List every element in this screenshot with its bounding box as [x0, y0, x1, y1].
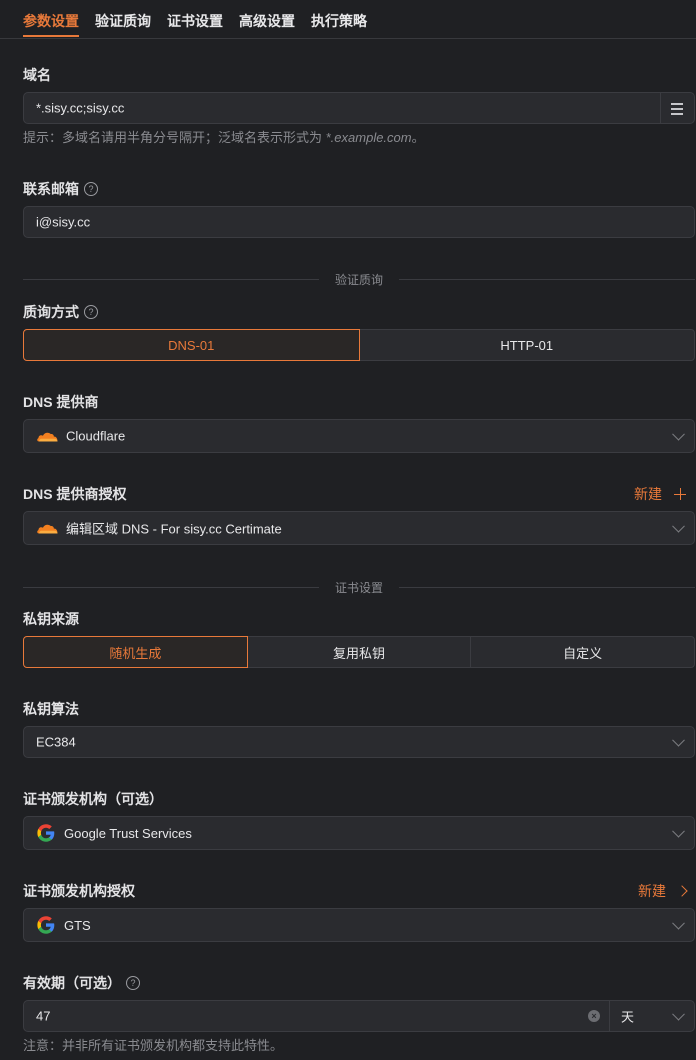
domain-input[interactable]: *.sisy.cc;sisy.cc [23, 92, 695, 124]
email-input[interactable]: i@sisy.cc [23, 206, 695, 238]
chevron-down-icon [672, 733, 685, 747]
cloudflare-icon [37, 432, 58, 441]
key-algorithm-value: EC384 [36, 734, 76, 750]
domain-list-button[interactable] [660, 93, 694, 123]
ca-select[interactable]: Google Trust Services [23, 816, 695, 850]
tab-parameters[interactable]: 参数设置 [23, 11, 79, 31]
chevron-down-icon [672, 1007, 685, 1021]
domain-hint: 提示：多域名请用半角分号隔开；泛域名表示形式为 *.example.com。 [23, 130, 425, 145]
google-icon [37, 916, 55, 934]
challenge-option-http01[interactable]: HTTP-01 [358, 329, 695, 361]
chevron-down-icon [672, 427, 685, 441]
cloudflare-icon [37, 524, 58, 533]
ca-value: Google Trust Services [64, 825, 192, 841]
validity-note: 注意：并非所有证书颁发机构都支持此特性。 [23, 1038, 284, 1053]
validity-value: 47 [36, 1008, 51, 1024]
validity-unit-value: 天 [621, 1009, 635, 1025]
tab-strategy[interactable]: 执行策略 [311, 11, 367, 31]
key-source-option-custom[interactable]: 自定义 [470, 636, 696, 668]
section-divider-certificate: 证书设置 [23, 581, 695, 595]
tab-bar: 参数设置 验证质询 证书设置 高级设置 执行策略 [0, 0, 696, 39]
challenge-label: 质询方式? [23, 302, 98, 322]
dns-provider-label: DNS 提供商 [23, 394, 99, 410]
section-title-certificate: 证书设置 [335, 581, 384, 595]
plus-icon [674, 488, 686, 500]
clear-icon[interactable]: × [588, 1010, 600, 1022]
active-tab-indicator [23, 35, 79, 37]
dns-access-label: DNS 提供商授权 [23, 486, 127, 502]
chevron-right-icon [676, 885, 688, 897]
dns-access-value: 编辑区域 DNS - For sisy.cc Certimate [66, 521, 282, 537]
key-source-segmented: 随机生成 复用私钥 自定义 [23, 636, 696, 668]
chevron-down-icon [672, 519, 685, 533]
challenge-option-dns01[interactable]: DNS-01 [23, 329, 360, 361]
key-algorithm-label: 私钥算法 [23, 701, 79, 717]
dns-access-select[interactable]: 编辑区域 DNS - For sisy.cc Certimate [23, 511, 695, 545]
key-source-option-reuse[interactable]: 复用私钥 [246, 636, 472, 668]
challenge-segmented: DNS-01 HTTP-01 [23, 329, 695, 361]
email-value: i@sisy.cc [36, 214, 91, 230]
key-source-label: 私钥来源 [23, 611, 79, 627]
validity-input[interactable]: 47 × 天 [23, 1000, 695, 1032]
key-algorithm-select[interactable]: EC384 [23, 726, 695, 758]
section-title-challenge: 验证质询 [335, 273, 384, 287]
tab-certificate[interactable]: 证书设置 [167, 11, 223, 31]
chevron-down-icon [672, 916, 685, 930]
domain-value: *.sisy.cc;sisy.cc [36, 100, 125, 116]
chevron-down-icon [672, 824, 685, 838]
email-label: 联系邮箱? [23, 179, 98, 199]
ca-access-label: 证书颁发机构授权 [23, 883, 135, 899]
section-divider-challenge: 验证质询 [23, 273, 695, 287]
help-icon[interactable]: ? [84, 305, 98, 319]
google-icon [37, 824, 55, 842]
tab-advanced[interactable]: 高级设置 [239, 11, 295, 31]
ca-access-value: GTS [64, 917, 91, 933]
validity-unit-select[interactable]: 天 [609, 1001, 694, 1031]
ca-access-new-button[interactable]: 新建 [638, 881, 688, 901]
ca-access-select[interactable]: GTS [23, 908, 695, 942]
dns-provider-select[interactable]: Cloudflare [23, 419, 695, 453]
help-icon[interactable]: ? [126, 976, 140, 990]
help-icon[interactable]: ? [84, 182, 98, 196]
ca-label: 证书颁发机构（可选） [23, 791, 163, 807]
tab-challenge[interactable]: 验证质询 [95, 11, 151, 31]
dns-provider-value: Cloudflare [66, 428, 126, 444]
domain-label: 域名 [23, 67, 51, 83]
dns-access-new-button[interactable]: 新建 [634, 484, 686, 504]
key-source-option-random[interactable]: 随机生成 [23, 636, 248, 668]
validity-label: 有效期（可选）? [23, 973, 140, 993]
